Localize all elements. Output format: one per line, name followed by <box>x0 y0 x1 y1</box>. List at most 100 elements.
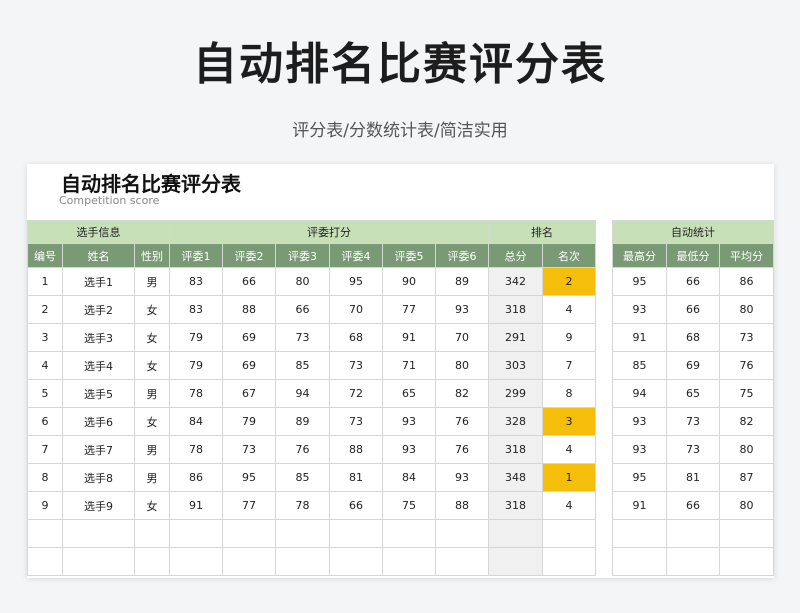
empty-cell <box>719 519 774 548</box>
empty-cell <box>612 519 667 548</box>
table-row: 2 选手2 女 83 88 66 70 77 93 318 4 <box>27 295 596 324</box>
cell-score: 73 <box>329 407 383 436</box>
group-header-rank: 排名 <box>488 220 596 244</box>
cell-stat: 68 <box>666 323 720 352</box>
cell-stat: 66 <box>666 267 720 296</box>
column-header: 姓名 <box>62 243 135 268</box>
cell-total: 342 <box>488 267 543 296</box>
stats-row: 93 66 80 <box>612 295 774 324</box>
cell-name: 选手7 <box>62 435 135 464</box>
empty-cell <box>666 519 720 548</box>
cell-score: 73 <box>329 351 383 380</box>
cell-total: 318 <box>488 435 543 464</box>
cell-stat: 66 <box>666 295 720 324</box>
table-row: 1 选手1 男 83 66 80 95 90 89 342 2 <box>27 267 596 296</box>
cell-score: 69 <box>222 351 276 380</box>
cell-score: 73 <box>275 323 330 352</box>
empty-cell <box>542 519 596 548</box>
empty-cell <box>329 547 383 576</box>
cell-score: 77 <box>382 295 436 324</box>
cell-score: 93 <box>382 435 436 464</box>
cell-score: 95 <box>329 267 383 296</box>
cell-score: 78 <box>169 379 223 408</box>
cell-total: 348 <box>488 463 543 492</box>
cell-total: 291 <box>488 323 543 352</box>
table-row: 4 选手4 女 79 69 85 73 71 80 303 7 <box>27 351 596 380</box>
empty-cell <box>62 519 135 548</box>
empty-cell <box>27 547 63 576</box>
cell-score: 88 <box>222 295 276 324</box>
empty-row <box>27 547 596 576</box>
stats-row: 95 66 86 <box>612 267 774 296</box>
cell-score: 90 <box>382 267 436 296</box>
cell-gender: 男 <box>134 267 170 296</box>
cell-stat: 93 <box>612 435 667 464</box>
empty-cell <box>542 547 596 576</box>
table-row: 7 选手7 男 78 73 76 88 93 76 318 4 <box>27 435 596 464</box>
column-header: 评委3 <box>275 243 330 268</box>
cell-stat: 93 <box>612 295 667 324</box>
cell-rank: 1 <box>542 463 596 492</box>
cell-id: 6 <box>27 407 63 436</box>
stats-column-header-row: 最高分 最低分 平均分 <box>612 243 774 268</box>
cell-name: 选手2 <box>62 295 135 324</box>
cell-score: 86 <box>169 463 223 492</box>
empty-cell <box>719 547 774 576</box>
cell-stat: 73 <box>666 407 720 436</box>
cell-total: 318 <box>488 491 543 520</box>
stats-column-header: 最低分 <box>666 243 720 268</box>
cell-stat: 94 <box>612 379 667 408</box>
cell-rank: 4 <box>542 435 596 464</box>
cell-stat: 87 <box>719 463 774 492</box>
empty-cell <box>435 519 489 548</box>
cell-score: 80 <box>435 351 489 380</box>
cell-stat: 85 <box>612 351 667 380</box>
cell-name: 选手5 <box>62 379 135 408</box>
group-header-info: 选手信息 <box>27 220 170 244</box>
cell-score: 78 <box>169 435 223 464</box>
cell-id: 8 <box>27 463 63 492</box>
empty-cell <box>27 519 63 548</box>
cell-id: 9 <box>27 491 63 520</box>
score-table: 选手信息 评委打分 排名 编号 姓名 性别 评委1 评委2 评委3 评委4 评委5 评委6 总分名… <box>27 220 596 576</box>
cell-score: 83 <box>169 295 223 324</box>
column-header: 名次 <box>542 243 596 268</box>
column-header: 评委6 <box>435 243 489 268</box>
cell-gender: 女 <box>134 295 170 324</box>
cell-rank: 9 <box>542 323 596 352</box>
cell-rank: 8 <box>542 379 596 408</box>
cell-rank: 2 <box>542 267 596 296</box>
cell-name: 选手6 <box>62 407 135 436</box>
empty-row <box>27 519 596 548</box>
empty-cell <box>134 547 170 576</box>
cell-gender: 女 <box>134 491 170 520</box>
empty-cell <box>222 547 276 576</box>
cell-stat: 69 <box>666 351 720 380</box>
empty-cell <box>329 519 383 548</box>
cell-stat: 81 <box>666 463 720 492</box>
empty-cell <box>435 547 489 576</box>
cell-gender: 女 <box>134 407 170 436</box>
stats-row: 93 73 80 <box>612 435 774 464</box>
cell-score: 76 <box>435 407 489 436</box>
cell-stat: 95 <box>612 267 667 296</box>
stats-row: 94 65 75 <box>612 379 774 408</box>
column-header: 总分 <box>488 243 543 268</box>
cell-score: 84 <box>169 407 223 436</box>
cell-score: 73 <box>222 435 276 464</box>
cell-id: 5 <box>27 379 63 408</box>
cell-score: 79 <box>222 407 276 436</box>
empty-cell <box>169 547 223 576</box>
stats-column-header: 平均分 <box>719 243 774 268</box>
cell-score: 79 <box>169 351 223 380</box>
cell-score: 82 <box>435 379 489 408</box>
stats-column-header: 最高分 <box>612 243 667 268</box>
cell-rank: 4 <box>542 491 596 520</box>
cell-score: 91 <box>382 323 436 352</box>
column-header: 评委5 <box>382 243 436 268</box>
cell-gender: 男 <box>134 379 170 408</box>
cell-score: 83 <box>169 267 223 296</box>
cell-rank: 4 <box>542 295 596 324</box>
cell-stat: 80 <box>719 491 774 520</box>
page-subtitle: 评分表/分数统计表/简洁实用 <box>292 121 508 141</box>
